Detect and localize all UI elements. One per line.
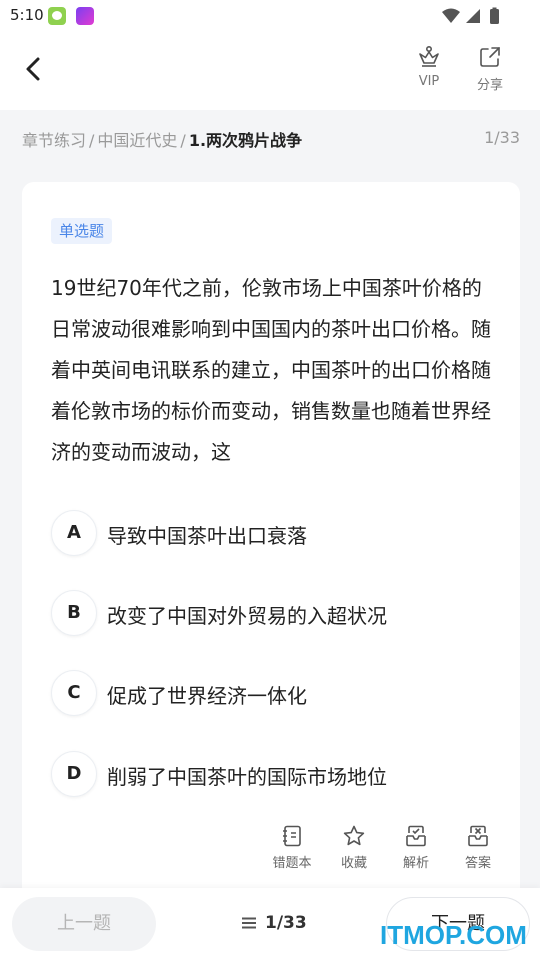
- breadcrumb-separator: /: [180, 131, 186, 150]
- battery-icon: [490, 9, 499, 24]
- signal-icon: [466, 9, 480, 23]
- wrong-book-button[interactable]: 错题本: [262, 824, 322, 871]
- option-d[interactable]: D 削弱了中国茶叶的国际市场地位: [51, 751, 491, 797]
- breadcrumb-item[interactable]: 章节练习: [22, 131, 86, 150]
- analysis-icon: [406, 825, 426, 847]
- vip-button[interactable]: VIP: [399, 44, 459, 100]
- question-card: 单选题 19世纪70年代之前，伦敦市场上中国茶叶价格的日常波动很难影响到中国国内…: [22, 182, 520, 922]
- notebook-icon: [283, 825, 301, 847]
- status-bar: 5:10: [0, 0, 540, 32]
- question-type-tag: 单选题: [51, 218, 113, 244]
- analysis-button[interactable]: 解析: [386, 824, 446, 871]
- option-a[interactable]: A 导致中国茶叶出口衰落: [51, 510, 491, 556]
- status-icons: [442, 7, 499, 24]
- previous-question-button[interactable]: 上一题: [12, 897, 156, 951]
- app-icon: [76, 7, 94, 25]
- status-time: 5:10: [10, 6, 44, 24]
- breadcrumb: 章节练习 / 中国近代史/1.两次鸦片战争: [22, 127, 302, 151]
- answer-icon: [468, 825, 488, 847]
- crown-icon: [419, 45, 439, 67]
- option-letter: A: [51, 510, 97, 556]
- menu-icon: [242, 917, 256, 929]
- back-button[interactable]: [14, 50, 54, 90]
- option-text: 导致中国茶叶出口衰落: [107, 524, 307, 548]
- option-c[interactable]: C 促成了世界经济一体化: [51, 670, 491, 716]
- vip-label: VIP: [418, 74, 440, 89]
- progress-text: 1/33: [265, 913, 307, 933]
- watermark-logo: ITMOP.COM: [380, 920, 527, 950]
- app-icon: [48, 7, 66, 25]
- breadcrumb-bar: 章节练习 / 中国近代史/1.两次鸦片战争 1/33: [0, 110, 540, 166]
- wifi-icon: [442, 8, 460, 23]
- chevron-left-icon: [26, 57, 40, 81]
- option-text: 促成了世界经济一体化: [107, 684, 307, 708]
- breadcrumb-separator: /: [89, 131, 95, 150]
- analysis-label: 解析: [402, 856, 429, 871]
- option-b[interactable]: B 改变了中国对外贸易的入超状况: [51, 590, 491, 636]
- option-text: 削弱了中国茶叶的国际市场地位: [107, 765, 387, 789]
- answer-label: 答案: [464, 856, 491, 871]
- app-header: VIP 分享: [0, 32, 540, 110]
- share-icon: [480, 47, 500, 67]
- wrong-book-label: 错题本: [272, 856, 312, 871]
- option-letter: B: [51, 590, 97, 636]
- breadcrumb-current: 1.两次鸦片战争: [188, 131, 303, 150]
- favorite-label: 收藏: [340, 856, 367, 871]
- breadcrumb-item[interactable]: 中国近代史: [97, 131, 177, 150]
- option-letter: C: [51, 670, 97, 716]
- screen: 5:10 VIP 分享 章节练习 / 中国近代史 / 1.两次鸦片战争 1/33…: [0, 0, 540, 960]
- share-button[interactable]: 分享: [460, 44, 520, 100]
- star-icon: [343, 825, 365, 846]
- question-stem: 19世纪70年代之前，伦敦市场上中国茶叶价格的日常波动很难影响到中国国内的茶叶出…: [51, 276, 491, 464]
- favorite-button[interactable]: 收藏: [324, 824, 384, 871]
- option-letter: D: [51, 751, 97, 797]
- share-label: 分享: [476, 78, 503, 93]
- option-text: 改变了中国对外贸易的入超状况: [107, 604, 387, 628]
- question-tools: 错题本 收藏 解析 答案: [262, 824, 512, 880]
- question-count: 1/33: [484, 128, 520, 147]
- progress-indicator[interactable]: 1/33: [241, 913, 307, 937]
- answer-button[interactable]: 答案: [448, 824, 508, 871]
